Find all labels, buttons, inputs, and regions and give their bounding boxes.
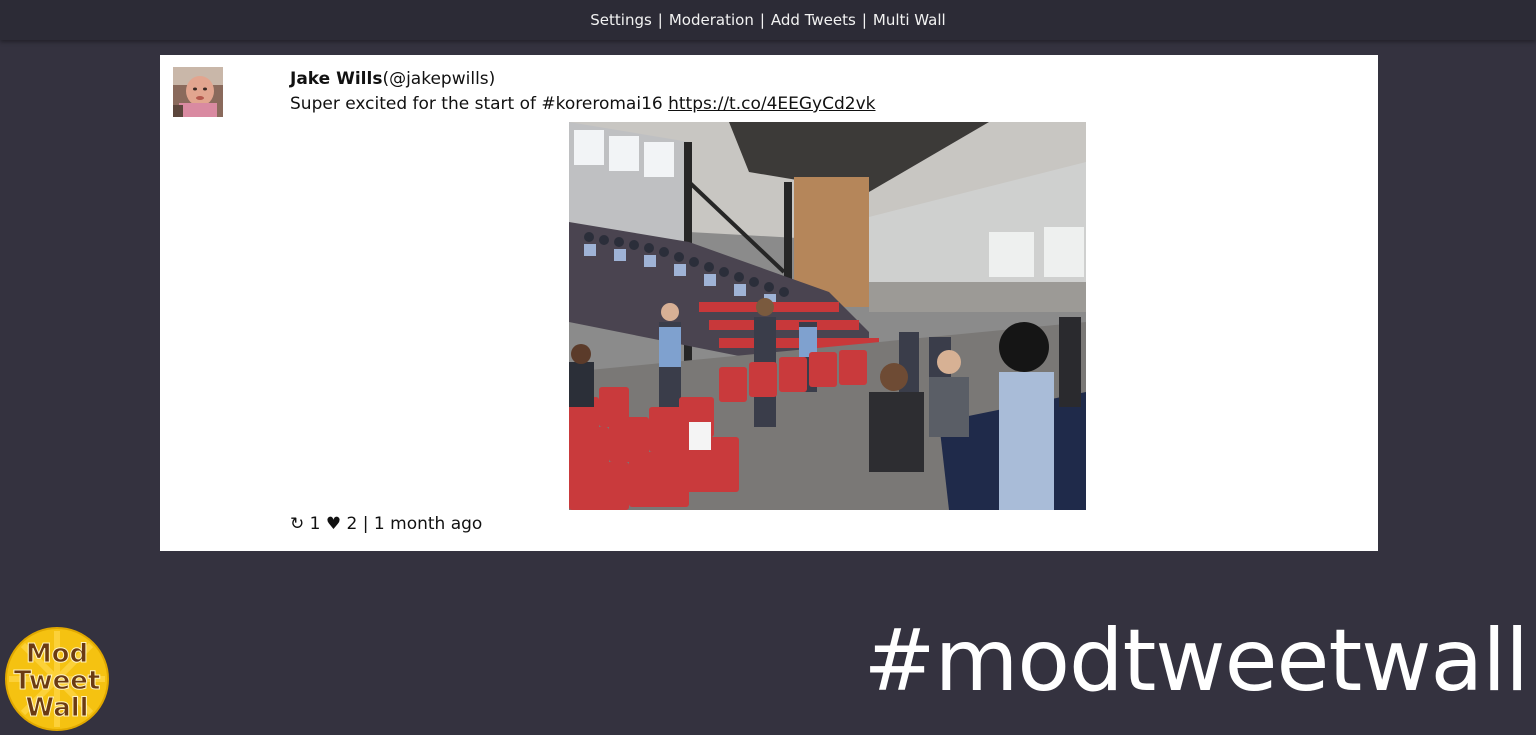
- author-name[interactable]: Jake Wills: [290, 69, 382, 89]
- logo-text-wall: Wall: [25, 693, 88, 723]
- heart-icon: ♥: [325, 514, 342, 534]
- tweet-card: Jake Wills(@jakepwills) Super excited fo…: [160, 55, 1378, 551]
- logo-text-tweet: Tweet: [14, 666, 101, 696]
- mod-tweet-wall-logo: Mod Tweet Wall: [5, 627, 109, 731]
- tweet-body: Super excited for the start of #koreroma…: [290, 94, 669, 114]
- retweet-count: 1: [309, 514, 321, 534]
- nav-settings[interactable]: Settings: [590, 11, 652, 29]
- tweet-link[interactable]: https://t.co/4EEGyCd2vk: [668, 94, 875, 114]
- nav-add-tweets[interactable]: Add Tweets: [771, 11, 856, 29]
- logo-text-mod: Mod: [26, 639, 88, 669]
- tweet-text: Super excited for the start of #koreroma…: [290, 94, 876, 114]
- nav-separator: |: [759, 11, 765, 29]
- tweet-photo: [569, 122, 1086, 510]
- wall-hashtag: #modtweetwall: [863, 611, 1529, 711]
- logo-badge-icon: Mod Tweet Wall: [5, 627, 109, 731]
- nav-moderation[interactable]: Moderation: [669, 11, 754, 29]
- tweet-photo-image: [569, 122, 1086, 510]
- tweet-meta: ↻ 1 ♥ 2 | 1 month ago: [290, 514, 482, 534]
- top-nav: Settings | Moderation | Add Tweets | Mul…: [0, 0, 1536, 40]
- avatar: [173, 67, 223, 117]
- like-count: 2: [346, 514, 358, 534]
- nav-separator: |: [657, 11, 663, 29]
- tweet-header: Jake Wills(@jakepwills): [290, 69, 495, 89]
- meta-separator: |: [362, 514, 369, 534]
- tweet-timestamp: 1 month ago: [373, 514, 483, 534]
- nav-separator: |: [861, 11, 867, 29]
- nav-multi-wall[interactable]: Multi Wall: [873, 11, 946, 29]
- retweet-icon: ↻: [290, 514, 305, 534]
- avatar-image: [173, 67, 223, 117]
- author-handle[interactable]: (@jakepwills): [382, 69, 495, 89]
